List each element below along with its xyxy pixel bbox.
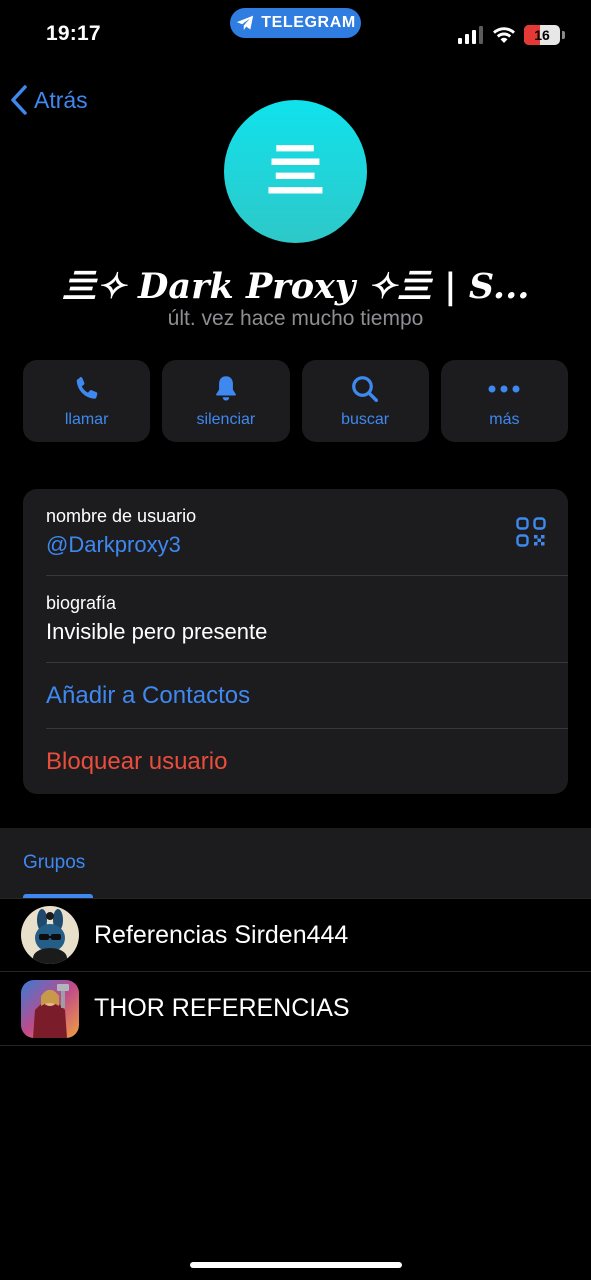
bunny-avatar-icon (21, 906, 79, 964)
phone-icon (76, 377, 97, 399)
more-button[interactable]: más (440, 360, 568, 442)
profile-avatar[interactable]: 亖 (224, 100, 367, 243)
status-time: 19:17 (46, 22, 101, 45)
profile-info-card: nombre de usuario @Darkproxy3 biografía … (23, 489, 568, 794)
telegram-icon (237, 15, 254, 30)
group-avatar (21, 906, 79, 964)
battery-indicator: 16 (524, 25, 560, 45)
action-buttons: llamar silenciar buscar más (23, 360, 568, 442)
groups-list: Referencias Sirden444 THOR REFERENCIAS (0, 898, 591, 1046)
chevron-left-icon (11, 85, 27, 115)
call-button[interactable]: llamar (23, 360, 151, 442)
add-contact-row[interactable]: Añadir a Contactos (46, 663, 568, 729)
group-avatar (21, 979, 79, 1038)
bio-caption: biografía (46, 593, 117, 613)
bio-row: biografía Invisible pero presente (46, 576, 568, 663)
add-contact-button[interactable]: Añadir a Contactos (46, 682, 250, 710)
battery-tip (562, 31, 565, 39)
list-item[interactable]: THOR REFERENCIAS (0, 972, 591, 1046)
block-user-button[interactable]: Bloquear usuario (46, 748, 227, 776)
telegram-pill[interactable]: TELEGRAM (230, 8, 361, 38)
bio-value: Invisible pero presente (46, 619, 268, 644)
battery-percent: 16 (534, 27, 550, 43)
more-icon (488, 385, 520, 393)
block-user-row[interactable]: Bloquear usuario (46, 729, 568, 794)
tab-groups[interactable]: Grupos (23, 852, 85, 874)
groups-tab-bar: Grupos (0, 828, 591, 898)
qr-code-icon[interactable] (516, 517, 546, 547)
back-button[interactable]: Atrás (10, 84, 88, 116)
list-item[interactable]: Referencias Sirden444 (0, 898, 591, 972)
home-indicator[interactable] (190, 1262, 402, 1268)
search-button[interactable]: buscar (301, 360, 429, 442)
thor-avatar-icon (21, 979, 79, 1038)
username-row[interactable]: nombre de usuario @Darkproxy3 (46, 489, 568, 576)
search-label: buscar (341, 411, 390, 428)
avatar-glyph: 亖 (265, 137, 326, 205)
username-caption: nombre de usuario (46, 506, 197, 526)
search-icon (352, 376, 379, 402)
telegram-pill-label: TELEGRAM (261, 14, 356, 31)
signal-icon (458, 26, 483, 44)
wifi-icon (493, 27, 515, 43)
last-seen-status: últ. vez hace mucho tiempo (167, 307, 424, 330)
bell-icon (215, 376, 236, 401)
username-value[interactable]: @Darkproxy3 (46, 532, 568, 558)
more-label: más (489, 411, 520, 428)
status-indicators: 16 (458, 25, 565, 45)
mute-label: silenciar (196, 411, 256, 428)
call-label: llamar (64, 411, 109, 428)
mute-button[interactable]: silenciar (162, 360, 290, 442)
profile-name: 亖✧ 𝑫𝒂𝒓𝒌 𝑷𝒓𝒐𝒙𝒚 ✧亖 | S... (61, 266, 530, 307)
back-label: Atrás (34, 86, 88, 113)
group-name: Referencias Sirden444 (94, 920, 349, 949)
group-name: THOR REFERENCIAS (94, 994, 350, 1022)
